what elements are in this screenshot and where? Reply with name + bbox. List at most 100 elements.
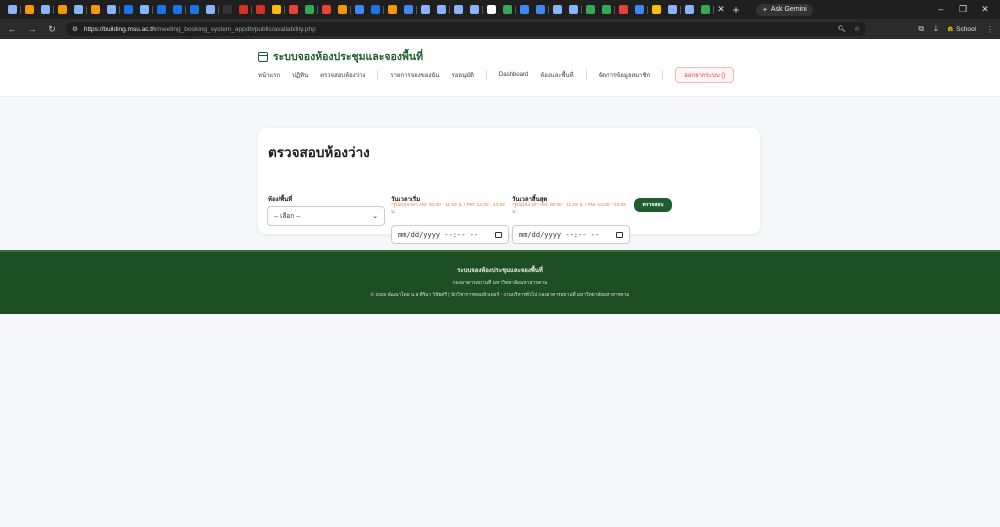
minimize-button[interactable]: – <box>930 4 952 15</box>
browser-tab[interactable] <box>120 3 136 17</box>
tab-favicon-icon <box>156 5 166 14</box>
profile-label: School <box>956 25 976 33</box>
tab-favicon-icon <box>370 5 380 14</box>
browser-tab[interactable] <box>318 3 334 17</box>
profile-button[interactable]: ⋒ School <box>947 25 976 34</box>
end-datetime-input[interactable]: mm/dd/yyyy --:-- -- <box>512 225 630 244</box>
browser-tab[interactable] <box>466 3 482 17</box>
browser-tab[interactable] <box>169 3 185 17</box>
zoom-icon[interactable]: 🔍︎ <box>838 25 846 33</box>
browser-tab[interactable] <box>37 3 53 17</box>
nav-home[interactable]: หน้าแรก <box>258 70 280 80</box>
browser-tab[interactable] <box>136 3 152 17</box>
calendar-picker-icon[interactable] <box>616 231 623 238</box>
tab-list <box>4 3 714 17</box>
browser-tab[interactable] <box>285 3 301 17</box>
profile-avatar-icon: ⋒ <box>947 26 954 33</box>
nav-divider <box>585 70 587 80</box>
browser-tab[interactable] <box>648 3 664 17</box>
tab-favicon-icon <box>354 5 364 14</box>
calendar-picker-icon[interactable] <box>495 231 502 238</box>
browser-tab[interactable] <box>202 3 218 17</box>
browser-tab[interactable] <box>54 3 70 17</box>
site-info-icon[interactable]: ⚙ <box>72 25 78 33</box>
nav-approve[interactable]: รออนุมัติ <box>452 70 474 80</box>
browser-tab[interactable] <box>483 3 499 17</box>
tab-favicon-icon <box>288 5 298 14</box>
nav-check-room[interactable]: ตรวจสอบห้องว่าง <box>320 70 365 80</box>
nav-rooms[interactable]: ห้องและพื้นที่ <box>540 70 573 80</box>
room-select-value: -- เลือก -- <box>274 213 301 220</box>
browser-tab[interactable] <box>450 3 466 17</box>
footer-organization: กองอาคารสถานที่ มหาวิทยาลัยมหาสารคาม <box>452 280 548 286</box>
site-footer: ระบบจองห้องประชุมและจองพื้นที่ กองอาคารส… <box>0 250 1000 314</box>
browser-tab[interactable] <box>516 3 532 17</box>
browser-tab[interactable] <box>21 3 37 17</box>
forward-button[interactable]: → <box>26 24 38 34</box>
room-select[interactable]: -- เลือก -- ⌄ <box>267 206 385 226</box>
tab-favicon-icon <box>387 5 397 14</box>
menu-kebab-icon[interactable]: ⋮ <box>986 25 994 34</box>
calendar-icon <box>258 51 268 62</box>
nav-divider <box>485 70 487 80</box>
address-bar[interactable]: ⚙ https://building.msu.ac.th/meeting_boo… <box>66 22 866 36</box>
browser-tab[interactable] <box>549 3 565 17</box>
close-tab-icon[interactable]: ✕ <box>714 4 728 15</box>
browser-tab[interactable] <box>103 3 119 17</box>
browser-tab[interactable] <box>219 3 235 17</box>
browser-tab[interactable] <box>384 3 400 17</box>
browser-tab[interactable] <box>499 3 515 17</box>
maximize-button[interactable]: ❐ <box>952 4 974 15</box>
bookmark-star-icon[interactable]: ☆ <box>854 25 860 33</box>
browser-tab[interactable] <box>615 3 631 17</box>
brand-title: ระบบจองห้องประชุมและจองพื้นที่ <box>273 51 423 63</box>
download-icon[interactable]: ⤓ <box>934 24 938 34</box>
browser-tab[interactable] <box>367 3 383 17</box>
browser-tab[interactable] <box>532 3 548 17</box>
browser-tab[interactable] <box>235 3 251 17</box>
tab-favicon-icon <box>172 5 182 14</box>
nav-calendar[interactable]: ปฏิทิน <box>292 70 308 80</box>
tab-favicon-icon <box>304 5 314 14</box>
browser-tab[interactable] <box>681 3 697 17</box>
browser-tab[interactable] <box>4 3 20 17</box>
logout-button[interactable]: ออกจากระบบ () <box>675 67 735 83</box>
browser-tab[interactable] <box>87 3 103 17</box>
browser-tab[interactable] <box>153 3 169 17</box>
main-nav: หน้าแรก ปฏิทิน ตรวจสอบห้องว่าง รายการจอง… <box>258 67 735 83</box>
tab-favicon-icon <box>651 5 661 14</box>
check-availability-button[interactable]: ตรวจสอบ <box>634 198 672 212</box>
back-button[interactable]: ← <box>6 24 18 34</box>
browser-tab[interactable] <box>301 3 317 17</box>
browser-tab[interactable] <box>565 3 581 17</box>
footer-copyright: © 2026 พัฒนาโดย น.ส.ศิริมา วิชัยศรี | นั… <box>370 293 630 298</box>
browser-tab[interactable] <box>582 3 598 17</box>
browser-tab[interactable] <box>598 3 614 17</box>
browser-tab[interactable] <box>417 3 433 17</box>
browser-tab[interactable] <box>697 3 713 17</box>
browser-tab[interactable] <box>268 3 284 17</box>
nav-dashboard[interactable]: Dashboard <box>499 72 528 78</box>
browser-tab[interactable] <box>664 3 680 17</box>
start-datetime-input[interactable]: mm/dd/yyyy --:-- -- <box>391 225 509 244</box>
room-label: ห้อง/พื้นที่ <box>268 197 293 203</box>
split-view-icon[interactable]: ⧉ <box>918 24 924 34</box>
browser-tab[interactable] <box>252 3 268 17</box>
nav-my-bookings[interactable]: รายการจองของฉัน <box>390 70 439 80</box>
new-tab-button[interactable]: + <box>728 3 744 17</box>
browser-tab[interactable] <box>186 3 202 17</box>
browser-tab[interactable] <box>400 3 416 17</box>
browser-tab[interactable] <box>70 3 86 17</box>
tab-favicon-icon <box>255 5 265 14</box>
close-window-button[interactable]: ✕ <box>974 4 996 15</box>
ask-gemini-button[interactable]: ✦ Ask Gemini <box>756 3 813 16</box>
browser-tab[interactable] <box>433 3 449 17</box>
tab-favicon-icon <box>684 5 694 14</box>
reload-button[interactable]: ↻ <box>46 24 58 35</box>
site-brand[interactable]: ระบบจองห้องประชุมและจองพื้นที่ <box>258 48 423 65</box>
browser-tab[interactable] <box>631 3 647 17</box>
end-hint: *รูปแบบเวลา AM: 00:00 - 11:59 น. / PM: 1… <box>512 203 626 215</box>
browser-tab[interactable] <box>351 3 367 17</box>
browser-tab[interactable] <box>334 3 350 17</box>
nav-members[interactable]: จัดการข้อมูลสมาชิก <box>599 70 651 80</box>
